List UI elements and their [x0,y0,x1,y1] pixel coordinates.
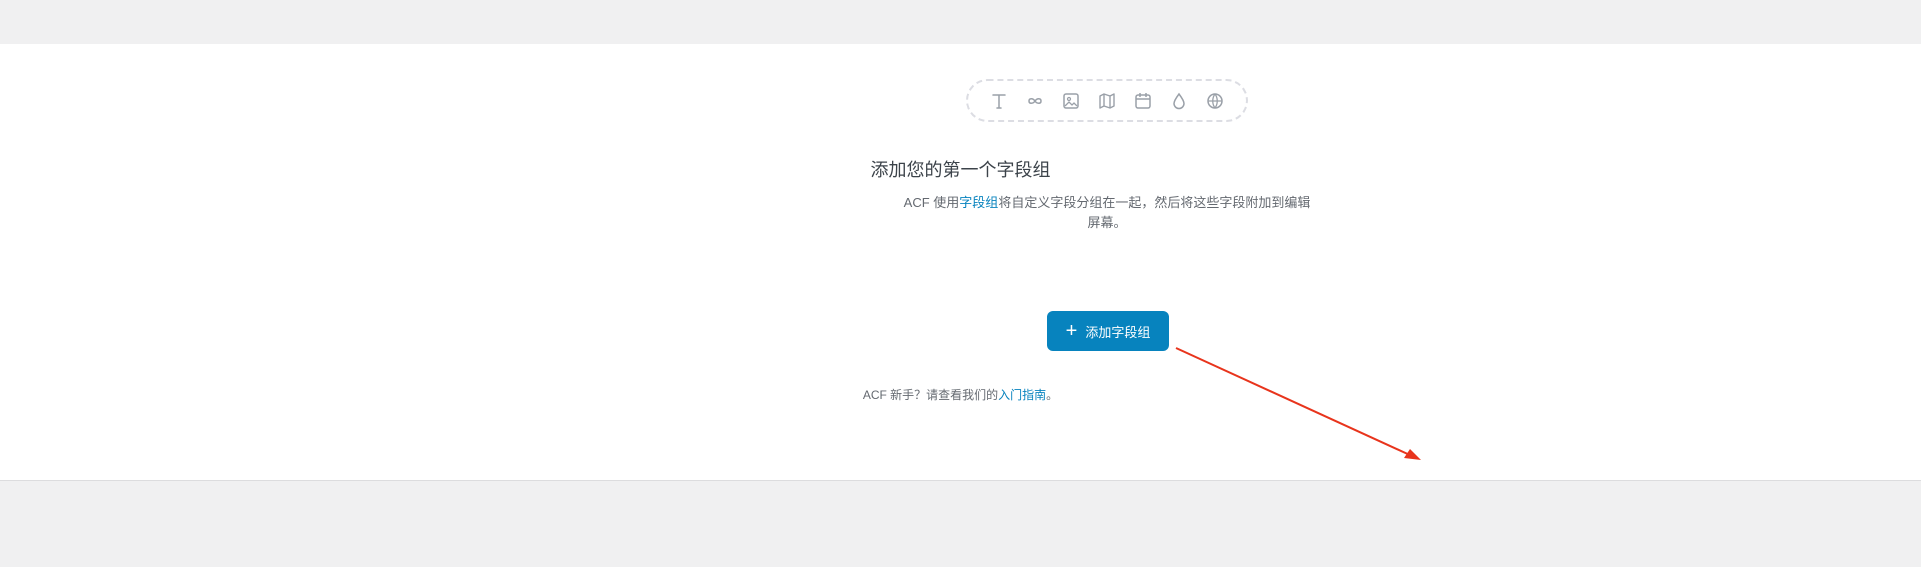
color-drop-icon [1168,90,1190,112]
desc-prefix: ACF 使用 [903,195,960,210]
help-suffix: 。 [1046,388,1059,402]
getting-started-link[interactable]: 入门指南 [998,388,1046,402]
add-field-group-label: 添加字段组 [1085,324,1151,340]
page: 添加您的第一个字段组 ACF 使用字段组将自定义字段分组在一起，然后将这些字段附… [0,0,1921,567]
empty-state-panel [0,44,1921,481]
text-icon [988,90,1010,112]
getting-started-help: ACF 新手？请查看我们的入门指南。 [0,386,1921,403]
infinity-icon [1024,90,1046,112]
field-type-icons [966,79,1248,122]
help-prefix: ACF 新手？请查看我们的 [862,388,999,402]
globe-icon [1204,90,1226,112]
desc-suffix: 将自定义字段分组在一起，然后将这些字段附加到编辑屏幕。 [998,195,1311,230]
empty-state-title: 添加您的第一个字段组 [870,160,1051,180]
plus-icon: + [1065,320,1078,342]
map-icon [1096,90,1118,112]
empty-state-description: ACF 使用字段组将自定义字段分组在一起，然后将这些字段附加到编辑屏幕。 [900,193,1314,233]
add-field-group-button[interactable]: + 添加字段组 [1047,311,1169,351]
calendar-icon [1132,90,1154,112]
field-groups-link[interactable]: 字段组 [959,195,998,210]
image-icon [1060,90,1082,112]
